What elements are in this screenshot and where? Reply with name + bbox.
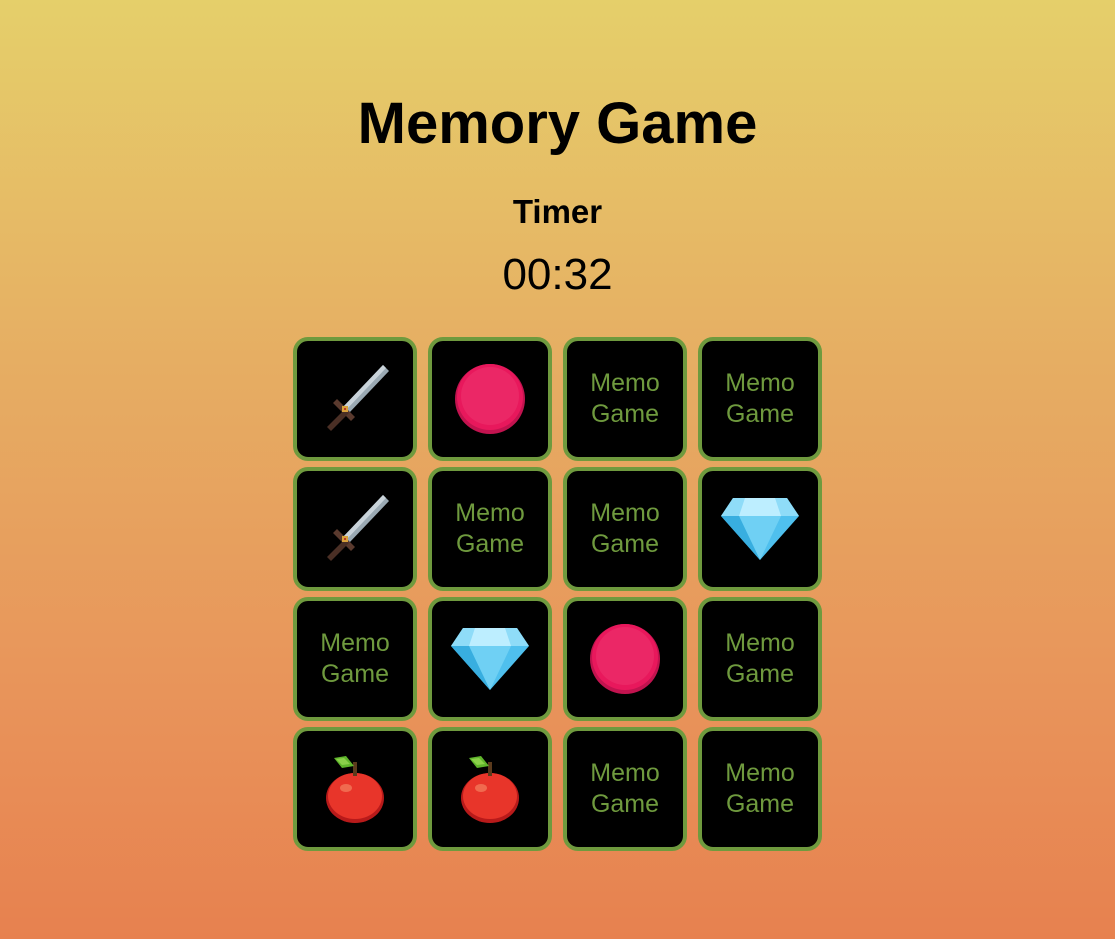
sword-icon (319, 363, 391, 435)
card-back-label: Memo Game (590, 499, 660, 558)
pink-orb-icon (588, 622, 662, 696)
sword-icon (319, 493, 391, 565)
memory-card-revealed[interactable] (428, 597, 552, 721)
card-back-label: Memo Game (725, 629, 795, 688)
memory-card-hidden[interactable]: Memo Game (428, 467, 552, 591)
game-board: Memo Game Memo Game Memo Game Memo Game Memo… (293, 337, 823, 851)
memory-card-hidden[interactable]: Memo Game (698, 597, 822, 721)
pink-orb-icon (453, 362, 527, 436)
timer-value: 00:32 (502, 250, 613, 299)
memory-card-hidden[interactable]: Memo Game (563, 467, 687, 591)
memory-card-hidden[interactable]: Memo Game (293, 597, 417, 721)
memory-card-revealed[interactable] (293, 467, 417, 591)
memory-card-hidden[interactable]: Memo Game (698, 337, 822, 461)
memory-card-revealed[interactable] (293, 337, 417, 461)
card-back-label: Memo Game (320, 629, 390, 688)
diamond-icon (449, 626, 531, 692)
memory-card-hidden[interactable]: Memo Game (563, 337, 687, 461)
memory-card-revealed[interactable] (293, 727, 417, 851)
apple-icon (459, 754, 521, 824)
memory-card-revealed[interactable] (428, 337, 552, 461)
diamond-icon (719, 496, 801, 562)
timer-label: Timer (512, 193, 603, 230)
apple-icon (324, 754, 386, 824)
memory-card-revealed[interactable] (428, 727, 552, 851)
card-back-label: Memo Game (590, 369, 660, 428)
card-back-label: Memo Game (725, 759, 795, 818)
card-back-label: Memo Game (590, 759, 660, 818)
card-back-label: Memo Game (725, 369, 795, 428)
page-title: Memory Game (357, 91, 758, 156)
memory-card-revealed[interactable] (698, 467, 822, 591)
memory-card-revealed[interactable] (563, 597, 687, 721)
card-back-label: Memo Game (455, 499, 525, 558)
memory-card-hidden[interactable]: Memo Game (698, 727, 822, 851)
memory-card-hidden[interactable]: Memo Game (563, 727, 687, 851)
